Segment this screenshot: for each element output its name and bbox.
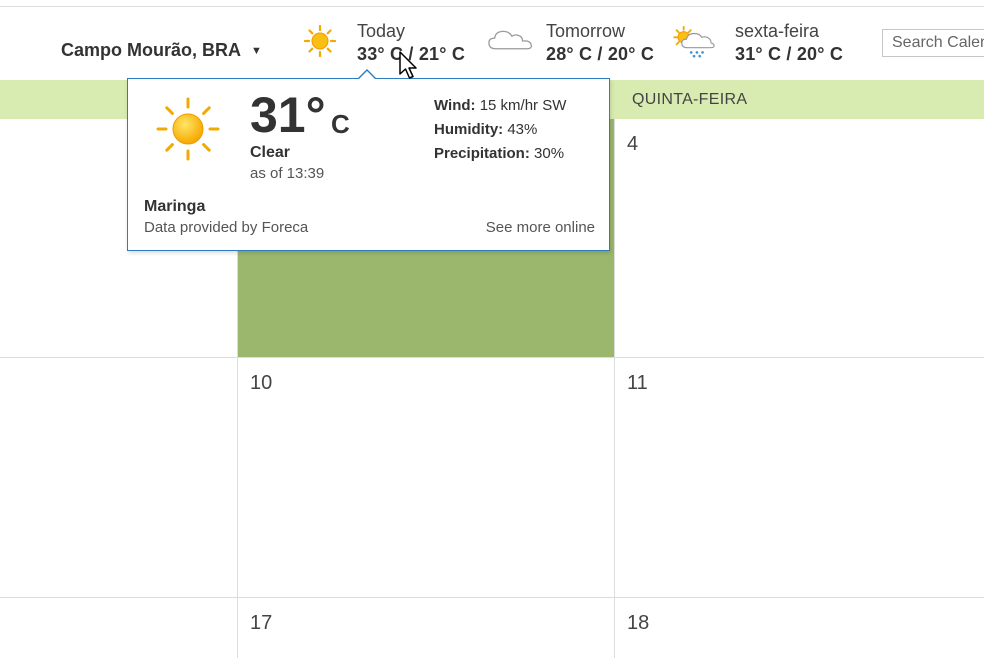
day-number: 10 [250,372,273,394]
calendar-day-cell[interactable]: 4 [615,119,984,358]
forecast-friday[interactable]: sexta-feira 31° C / 20° C [672,21,852,67]
humidity-row: Humidity: 43% [434,118,566,142]
current-temperature: 31° [250,87,326,143]
humidity-label: Humidity: [434,121,504,138]
wind-row: Wind: 15 km/hr SW [434,94,566,118]
chevron-down-icon: ▼ [251,45,262,57]
weather-details-popup: 31° C Clear as of 13:39 Wind: 15 km/hr S… [127,69,610,251]
search-calendar-input[interactable] [882,29,984,57]
wind-value: 15 km/hr SW [479,97,567,114]
day-header-thursday: QUINTA-FEIRA [632,91,748,108]
calendar-day-cell[interactable]: 11 [615,358,984,598]
weather-condition: Clear [250,144,291,161]
forecast-temps: 31° C / 20° C [735,44,844,64]
day-number: 17 [250,612,273,634]
weather-bar: Campo Mourão, BRA ▼ Today 33° C / 21° C T… [0,7,984,79]
mouse-pointer-icon [399,51,417,79]
location-label: Campo Mourão, BRA [61,40,241,60]
calendar-day-cell[interactable]: 18 [615,598,984,658]
humidity-value: 43% [507,121,538,138]
forecast-today[interactable]: Today 33° C / 21° C [302,21,472,67]
day-number: 4 [627,133,639,155]
data-provider-note: Data provided by Foreca [144,219,309,236]
wind-label: Wind: [434,97,476,114]
popup-pointer-fill [358,71,376,80]
calendar-day-cell[interactable] [0,598,238,658]
precipitation-row: Precipitation: 30% [434,142,566,166]
calendar-day-cell[interactable]: 17 [238,598,615,658]
precipitation-label: Precipitation: [434,145,530,162]
day-number: 18 [627,612,650,634]
observation-time: as of 13:39 [250,165,325,182]
forecast-day-label: sexta-feira [735,21,820,41]
sun-cloud-rain-icon [673,25,715,58]
day-number: 11 [627,372,648,394]
calendar-day-cell[interactable] [0,358,238,598]
sun-icon [303,25,337,57]
cloud-icon [488,30,532,50]
sun-icon [156,97,220,161]
forecast-tomorrow[interactable]: Tomorrow 28° C / 20° C [486,21,666,67]
location-selector[interactable]: Campo Mourão, BRA ▼ [61,40,262,61]
station-city: Maringa [144,198,206,215]
precipitation-value: 30% [534,145,565,162]
weather-details: Wind: 15 km/hr SW Humidity: 43% Precipit… [434,94,566,166]
forecast-temps: 28° C / 20° C [546,44,655,64]
forecast-day-label: Tomorrow [546,21,626,41]
window-top-edge [0,0,984,7]
see-more-online-link[interactable]: See more online [486,219,595,236]
forecast-day-label: Today [357,21,406,41]
temperature-unit: C [331,109,350,139]
calendar-day-cell[interactable]: 10 [238,358,615,598]
